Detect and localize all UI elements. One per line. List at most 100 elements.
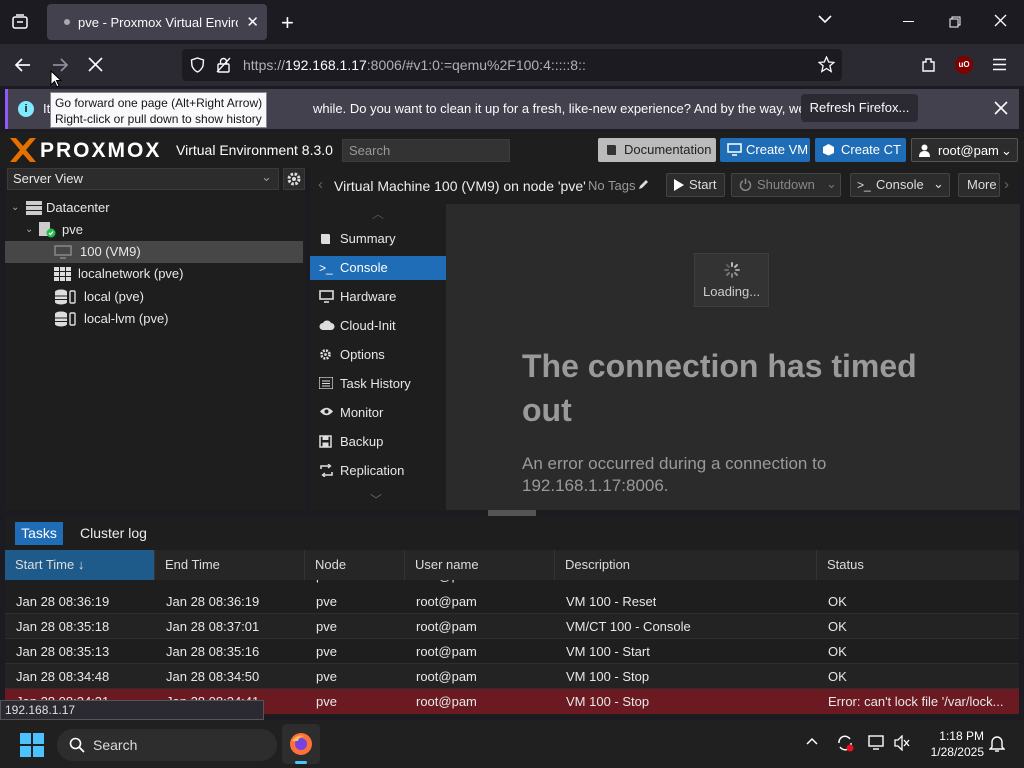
documentation-label: Documentation <box>624 142 712 157</box>
scroll-down-icon[interactable]: ﹀ <box>370 491 382 508</box>
submenu-summary[interactable]: Summary <box>310 227 446 251</box>
proxmox-header: PROXMOX Virtual Environment 8.3.0 Search… <box>0 132 1024 168</box>
console-content[interactable]: Loading... The connection has timed out … <box>446 204 1020 510</box>
taskbar-search-box[interactable]: Search <box>57 729 277 761</box>
error-title-line-2: out <box>522 392 572 428</box>
tree-node-local-lvm[interactable]: local-lvm (pve) <box>5 308 303 330</box>
chevron-down-icon[interactable]: ⌄ <box>826 173 837 195</box>
terminal-icon: >_ <box>319 261 333 275</box>
bookmark-star-icon[interactable] <box>818 56 835 73</box>
scroll-left-icon[interactable]: ‹ <box>318 176 323 193</box>
table-row[interactable]: Jan 28 08:34:48 Jan 28 08:34:50 pve root… <box>5 664 1019 689</box>
submenu-replication[interactable]: Replication <box>310 459 446 483</box>
list-all-tabs-icon[interactable] <box>818 14 832 24</box>
expand-chevron-icon[interactable]: ⌄ <box>11 197 19 219</box>
restore-icon[interactable] <box>949 16 961 28</box>
submenu-console[interactable]: >_ Console <box>310 256 446 280</box>
server-view-select[interactable]: Server View ⌄ <box>7 168 279 190</box>
cell-start: Jan 28 08:34:48 <box>16 669 110 684</box>
refresh-firefox-button[interactable]: Refresh Firefox... <box>801 94 918 122</box>
resource-tree: Server View ⌄ ⌄ Datacenter ⌄ pve 100 (VM… <box>5 168 305 510</box>
tree-node-pve[interactable]: ⌄ pve <box>5 219 303 241</box>
vm-submenu: ︿ Summary >_ Console Hardware Cloud-Init… <box>310 204 446 510</box>
notification-close-icon[interactable] <box>994 101 1008 115</box>
tab-tasks[interactable]: Tasks <box>15 522 63 545</box>
windows-taskbar: Search 1:18 PM 1/28/2025 <box>0 720 1024 768</box>
shutdown-label: Shutdown <box>757 177 815 192</box>
col-user-name[interactable]: User name <box>405 550 555 580</box>
col-description[interactable]: Description <box>555 550 817 580</box>
submenu-label: Console <box>340 260 388 275</box>
update-sync-icon[interactable] <box>836 734 854 752</box>
submenu-cloud-init[interactable]: Cloud-Init <box>310 314 446 338</box>
tab-close-icon[interactable]: ✕ <box>246 13 259 31</box>
tree-node-localnetwork[interactable]: localnetwork (pve) <box>5 263 303 285</box>
cell-desc: VM 100 - Stop <box>566 694 650 709</box>
submenu-task-history[interactable]: Task History <box>310 372 446 396</box>
terminal-icon: >_ <box>857 178 871 192</box>
table-row[interactable]: Jan 28 08:35:18 Jan 28 08:37:01 pve root… <box>5 614 1019 639</box>
cell-status: OK <box>828 594 847 609</box>
col-status[interactable]: Status <box>817 550 1019 580</box>
browser-tab[interactable]: pve - Proxmox Virtual Environment ✕ <box>47 4 267 40</box>
network-display-icon[interactable] <box>868 735 886 751</box>
tree-settings-gear-icon[interactable] <box>283 168 305 190</box>
windows-start-icon[interactable] <box>20 733 44 757</box>
tree-node-datacenter[interactable]: ⌄ Datacenter <box>5 197 303 219</box>
new-tab-icon[interactable]: + <box>281 10 294 36</box>
cell-desc: VM 100 - Start <box>566 644 650 659</box>
back-icon[interactable] <box>14 56 32 74</box>
volume-muted-icon[interactable] <box>894 735 910 751</box>
col-start-time[interactable]: Start Time ↓ <box>5 550 155 580</box>
storage-icon <box>55 311 77 327</box>
address-bar[interactable]: https://192.168.1.17:8006/#v1:0:=qemu%2F… <box>182 49 842 81</box>
tree-node-vm-100[interactable]: 100 (VM9) <box>5 241 303 263</box>
proxmox-logo-icon[interactable] <box>8 137 38 163</box>
minimize-icon[interactable] <box>903 21 914 22</box>
more-button[interactable]: More <box>958 173 1000 197</box>
table-row[interactable]: Jan 28 08:36:19 Jan 28 08:36:19 pve root… <box>5 589 1019 614</box>
scroll-up-icon[interactable]: ︿ <box>372 205 384 222</box>
loading-mask: Loading... <box>694 253 769 307</box>
col-node[interactable]: Node <box>305 550 405 580</box>
shutdown-button[interactable]: Shutdown ⌄ <box>731 173 841 197</box>
extensions-icon[interactable] <box>920 56 937 73</box>
col-end-time[interactable]: End Time <box>155 550 305 580</box>
ublock-origin-icon[interactable]: uO <box>955 56 973 74</box>
submenu-options[interactable]: Options <box>310 343 446 367</box>
gear-icon <box>319 348 332 361</box>
create-ct-button[interactable]: Create CT <box>815 138 906 162</box>
tree-node-local[interactable]: local (pve) <box>5 286 303 308</box>
start-button[interactable]: Start <box>666 173 725 197</box>
console-button[interactable]: >_ Console ⌄ <box>850 173 950 197</box>
cell-status: Error: can't lock file '/var/lock... <box>828 694 1004 709</box>
submenu-label: Replication <box>340 463 405 478</box>
edit-tags-pencil-icon[interactable] <box>638 178 650 190</box>
create-vm-button[interactable]: Create VM <box>720 138 810 162</box>
window-close-icon[interactable] <box>994 14 1007 27</box>
error-desc-line-2: 192.168.1.17:8006. <box>522 476 669 495</box>
search-input[interactable]: Search <box>342 139 510 162</box>
stop-loading-icon[interactable] <box>88 57 103 72</box>
chevron-down-icon[interactable]: ⌄ <box>933 173 944 195</box>
user-menu-button[interactable]: root@pam ⌄ <box>911 138 1018 162</box>
documentation-button[interactable]: Documentation <box>598 138 716 162</box>
firefox-taskbar-button[interactable] <box>282 724 320 764</box>
app-menu-icon[interactable] <box>992 58 1007 71</box>
table-row[interactable]: pve root@pam <box>5 580 1019 588</box>
show-hidden-icons-chevron-icon[interactable] <box>806 737 818 745</box>
expand-chevron-icon[interactable]: ⌄ <box>25 219 33 241</box>
chevron-down-icon: ⌄ <box>1001 143 1012 158</box>
submenu-hardware[interactable]: Hardware <box>310 285 446 309</box>
scroll-right-icon[interactable]: › <box>1004 176 1009 193</box>
submenu-label: Backup <box>340 434 384 449</box>
submenu-monitor[interactable]: Monitor <box>310 401 446 425</box>
notification-bell-icon[interactable] <box>989 735 1005 752</box>
tracking-protection-shield-icon[interactable] <box>190 57 205 73</box>
table-row[interactable]: Jan 28 08:35:13 Jan 28 08:35:16 pve root… <box>5 639 1019 664</box>
tab-list-icon[interactable] <box>11 13 29 31</box>
insecure-lock-icon[interactable] <box>216 57 231 73</box>
submenu-backup[interactable]: Backup <box>310 430 446 454</box>
tab-cluster-log[interactable]: Cluster log <box>80 522 147 545</box>
taskbar-clock[interactable]: 1:18 PM 1/28/2025 <box>920 728 984 760</box>
